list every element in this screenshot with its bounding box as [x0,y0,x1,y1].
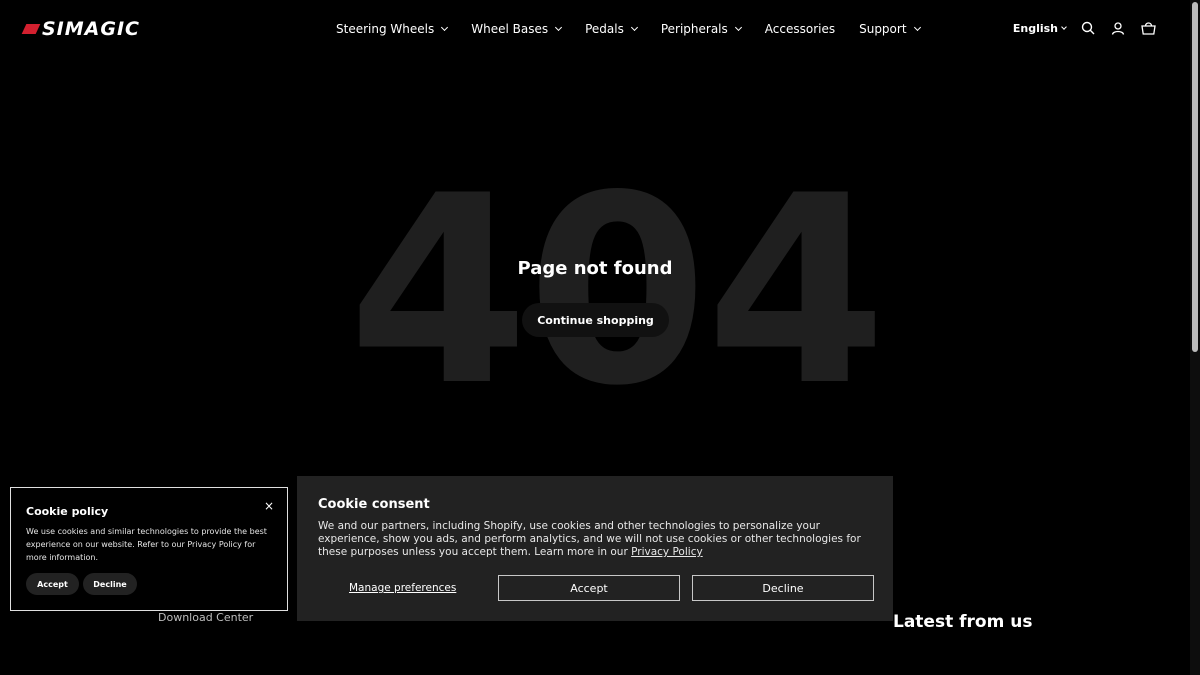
account-icon[interactable] [1110,20,1126,36]
nav-label: Peripherals [660,22,728,36]
cookie-policy-title: Cookie policy [26,505,109,518]
nav-label: Support [859,22,907,36]
chevron-down-icon [441,23,449,32]
cookie-consent-title: Cookie consent [318,497,430,512]
site-header: SIMAGIC Steering Wheels Wheel Bases Peda… [0,0,1190,58]
chevron-down-icon [913,23,921,32]
policy-decline-button[interactable]: Decline [83,573,137,595]
nav-wheel-bases[interactable]: Wheel Bases [471,20,563,38]
nav-label: Steering Wheels [336,22,435,36]
page-title: Page not found [517,258,673,279]
nav-label: Pedals [585,22,624,36]
chevron-down-icon [630,23,638,32]
continue-shopping-button[interactable]: Continue shopping [522,303,669,337]
page-scrollbar[interactable] [1190,0,1200,675]
simagic-logo[interactable]: SIMAGIC [24,17,140,41]
nav-steering-wheels[interactable]: Steering Wheels [336,20,449,38]
nav-accessories[interactable]: Accessories [765,20,835,38]
nav-pedals[interactable]: Pedals [585,20,638,38]
cookie-policy-text: We use cookies and similar technologies … [26,527,267,562]
cookie-consent-text: We and our partners, including Shopify, … [318,520,878,559]
privacy-policy-link[interactable]: Privacy Policy [631,546,703,558]
language-selector[interactable]: English [1012,21,1067,35]
nav-peripherals[interactable]: Peripherals [660,20,742,38]
nav-label: Wheel Bases [471,22,549,36]
cookie-consent-banner: Cookie consent We and our partners, incl… [297,476,893,621]
logo-text: SIMAGIC [42,18,140,40]
main-nav: Steering Wheels Wheel Bases Pedals Perip… [336,20,944,38]
search-icon[interactable] [1080,20,1096,36]
logo-mark-icon [24,21,40,37]
footer-link-download-center[interactable]: Download Center [158,611,253,624]
chevron-down-icon [734,23,742,32]
close-icon[interactable]: × [263,500,275,512]
language-label: English [1012,21,1058,35]
consent-decline-button[interactable]: Decline [692,575,874,601]
nav-support[interactable]: Support [859,20,921,38]
chevron-down-icon [555,23,563,32]
chevron-down-icon [1061,23,1067,30]
consent-accept-button[interactable]: Accept [498,575,680,601]
footer-heading: Latest from us [893,612,1033,632]
scrollbar-thumb[interactable] [1192,2,1198,352]
nav-label: Accessories [764,22,836,36]
cart-icon[interactable] [1140,20,1156,36]
background-404-number: 404 [348,141,887,443]
manage-preferences-link[interactable]: Manage preferences [349,582,456,594]
cookie-consent-body: We and our partners, including Shopify, … [318,520,861,558]
cookie-policy-popup: Cookie policy × We use cookies and simil… [10,487,288,611]
policy-accept-button[interactable]: Accept [26,573,79,595]
header-tools: English [1013,20,1156,36]
